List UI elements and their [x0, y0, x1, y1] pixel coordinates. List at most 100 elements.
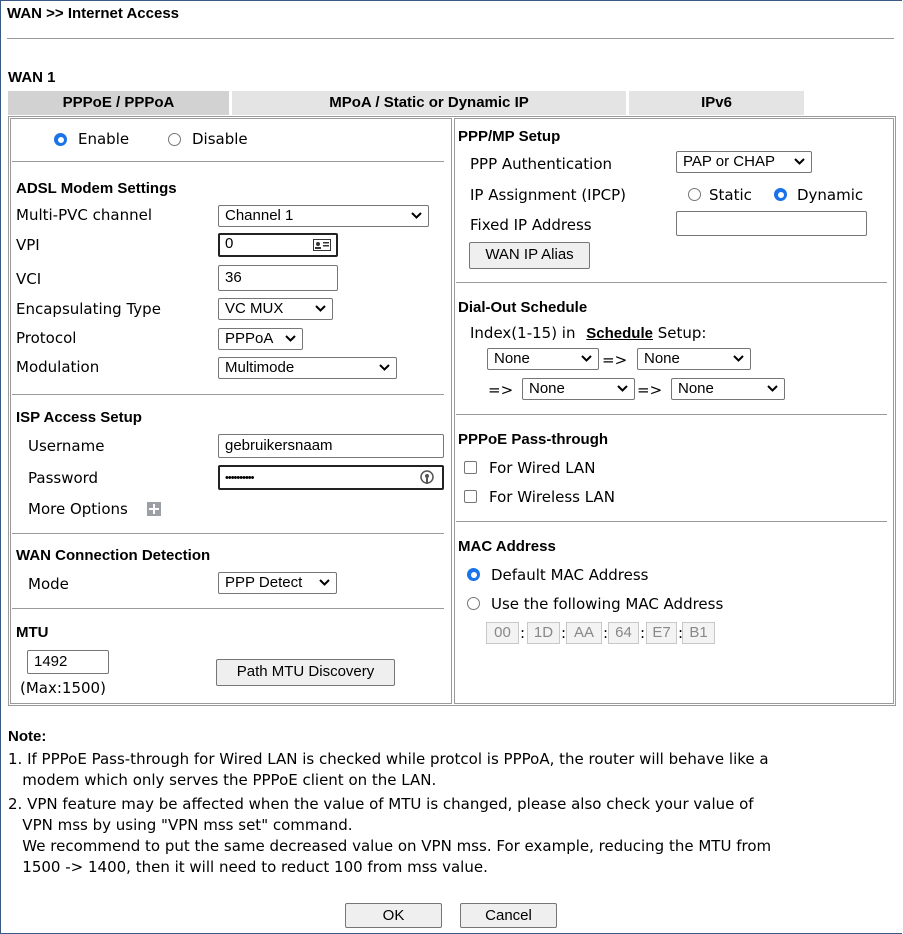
schedule-slot-value: None	[644, 350, 680, 367]
schedule-slot-1-select[interactable]: None	[487, 348, 599, 370]
detection-section-title: WAN Connection Detection	[16, 547, 211, 564]
schedule-slot-2-select[interactable]: None	[637, 348, 751, 370]
divider	[456, 521, 887, 522]
passthrough-section-title: PPPoE Pass-through	[458, 431, 609, 448]
isp-section-title: ISP Access Setup	[16, 409, 142, 426]
custom-mac-label: Use the following MAC Address	[491, 595, 724, 613]
wired-lan-checkbox[interactable]	[464, 461, 477, 474]
mtu-max-label: (Max:1500)	[20, 679, 106, 697]
default-mac-radio[interactable]	[467, 568, 480, 581]
mtu-input[interactable]: 1492	[27, 650, 109, 674]
protocol-select[interactable]: PPPoA	[218, 328, 303, 350]
mac-octet-input[interactable]: B1	[682, 622, 715, 644]
password-label: Password	[28, 469, 99, 487]
wan-ip-alias-button[interactable]: WAN IP Alias	[469, 242, 590, 269]
schedule-index-text: Index(1-15) in Schedule Setup:	[470, 324, 706, 342]
encap-type-label: Encapsulating Type	[16, 300, 161, 318]
adsl-section-title: ADSL Modem Settings	[16, 180, 177, 197]
chevron-down-icon	[411, 212, 422, 219]
username-input[interactable]: gebruikersnaam	[218, 434, 444, 458]
chevron-down-icon	[581, 355, 592, 362]
mac-section-title: MAC Address	[458, 538, 556, 555]
chevron-down-icon	[315, 305, 326, 312]
wired-lan-label: For Wired LAN	[489, 459, 596, 477]
tab-ipv6[interactable]: IPv6	[629, 91, 804, 115]
modulation-value: Multimode	[225, 359, 295, 376]
disable-radio[interactable]	[168, 133, 181, 146]
mac-octet-input[interactable]: 64	[608, 622, 639, 644]
wireless-lan-label: For Wireless LAN	[489, 488, 615, 506]
ok-button[interactable]: OK	[345, 903, 442, 928]
protocol-label: Protocol	[16, 329, 77, 347]
schedule-index-prefix: Index(1-15) in	[470, 324, 576, 342]
fixed-ip-input[interactable]	[676, 211, 867, 236]
vpi-input[interactable]: 0	[218, 233, 338, 257]
schedule-arrow: =>	[637, 381, 663, 399]
expand-plus-icon[interactable]	[147, 502, 161, 516]
tab-mpoa-static-dynamic[interactable]: MPoA / Static or Dynamic IP	[232, 91, 626, 115]
note-line: modem which only serves the PPPoE client…	[8, 771, 437, 789]
chevron-down-icon	[617, 385, 628, 392]
ppp-auth-value: PAP or CHAP	[683, 153, 775, 170]
password-key-icon	[420, 470, 434, 484]
divider	[12, 533, 444, 534]
page-title: WAN >> Internet Access	[7, 5, 180, 22]
mac-octet-input[interactable]: 00	[486, 622, 519, 644]
password-input[interactable]: ••••••••••	[218, 465, 444, 490]
schedule-slot-value: None	[529, 380, 565, 397]
schedule-slot-value: None	[678, 380, 714, 397]
schedule-slot-value: None	[494, 350, 530, 367]
modulation-select[interactable]: Multimode	[218, 357, 397, 379]
note-line: VPN mss by using "VPN mss set" command.	[8, 816, 353, 834]
schedule-slot-4-select[interactable]: None	[671, 378, 785, 400]
mac-octet-input[interactable]: AA	[566, 622, 602, 644]
custom-mac-radio[interactable]	[467, 597, 480, 610]
tab-pppoe-pppoa[interactable]: PPPoE / PPPoA	[8, 91, 229, 115]
schedule-link[interactable]: Schedule	[586, 325, 653, 342]
multi-pvc-label: Multi-PVC channel	[16, 206, 152, 224]
modulation-label: Modulation	[16, 358, 100, 376]
schedule-section-title: Dial-Out Schedule	[458, 299, 588, 316]
ipcp-dynamic-label: Dynamic	[797, 186, 864, 204]
path-mtu-discovery-button[interactable]: Path MTU Discovery	[216, 659, 395, 686]
mac-octet-input[interactable]: E7	[646, 622, 677, 644]
default-mac-label: Default MAC Address	[491, 566, 649, 584]
schedule-index-suffix: Setup:	[657, 324, 707, 342]
ppp-auth-select[interactable]: PAP or CHAP	[676, 151, 812, 173]
divider	[456, 414, 887, 415]
note-line: We recommend to put the same decreased v…	[8, 837, 772, 855]
contact-card-icon	[313, 239, 331, 251]
ppp-auth-label: PPP Authentication	[470, 155, 613, 173]
schedule-arrow: =>	[602, 351, 628, 369]
note-line: 1. If PPPoE Pass-through for Wired LAN i…	[8, 750, 769, 768]
schedule-slot-3-select[interactable]: None	[522, 378, 635, 400]
password-value: ••••••••••	[225, 472, 254, 484]
cancel-button[interactable]: Cancel	[460, 903, 557, 928]
ipcp-dynamic-radio[interactable]	[774, 188, 787, 201]
title-divider	[7, 38, 894, 39]
mode-select[interactable]: PPP Detect	[218, 572, 337, 594]
vpi-label: VPI	[16, 236, 40, 254]
mtu-section-title: MTU	[16, 624, 49, 641]
ipcp-static-radio[interactable]	[688, 188, 701, 201]
encap-type-select[interactable]: VC MUX	[218, 298, 333, 320]
enable-radio[interactable]	[54, 133, 67, 146]
mac-separator: :	[640, 624, 646, 642]
ppp-section-title: PPP/MP Setup	[458, 128, 561, 145]
chevron-down-icon	[319, 579, 330, 586]
disable-label: Disable	[192, 130, 248, 148]
wan-label: WAN 1	[8, 69, 56, 86]
chevron-down-icon	[285, 335, 296, 342]
vci-input[interactable]: 36	[218, 265, 338, 291]
vci-label: VCI	[16, 270, 42, 288]
more-options-label[interactable]: More Options	[28, 500, 128, 518]
mac-separator: :	[520, 624, 526, 642]
multi-pvc-select[interactable]: Channel 1	[218, 205, 429, 227]
mac-octet-input[interactable]: 1D	[527, 622, 560, 644]
note-title: Note:	[8, 728, 47, 745]
chevron-down-icon	[767, 385, 778, 392]
mode-value: PPP Detect	[225, 574, 303, 591]
vpi-value: 0	[225, 235, 234, 252]
multi-pvc-value: Channel 1	[225, 207, 294, 224]
wireless-lan-checkbox[interactable]	[464, 490, 477, 503]
